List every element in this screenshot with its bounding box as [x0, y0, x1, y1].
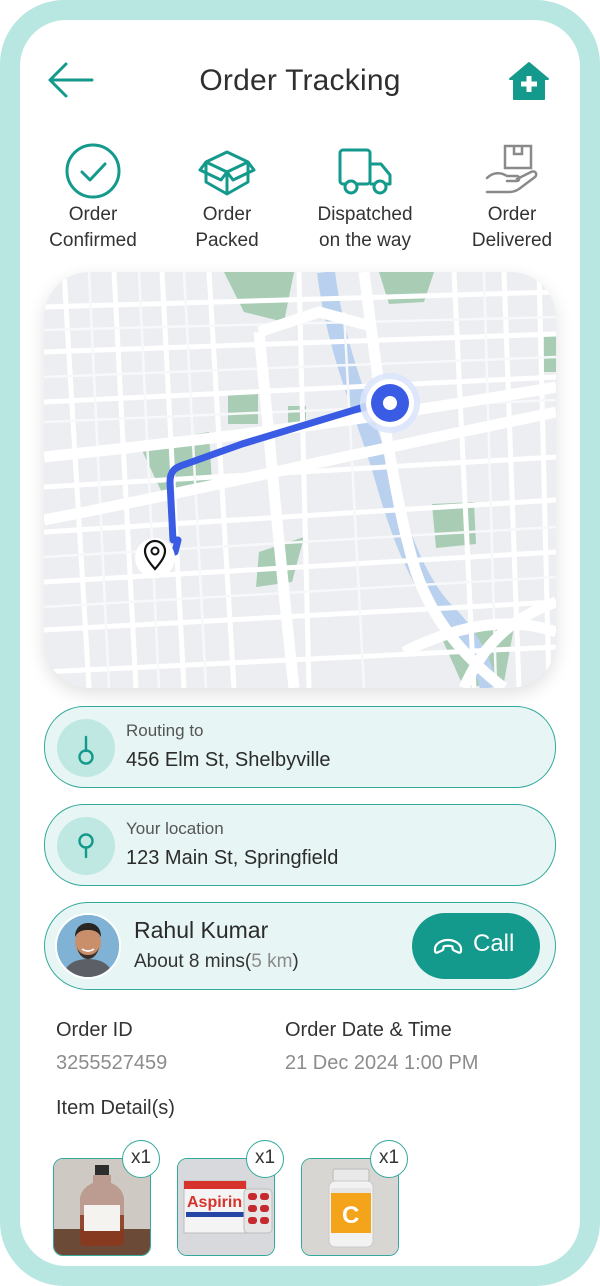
item-details-heading: Item Detail(s) — [56, 1097, 175, 1119]
app-screen: Order Tracking Order Confirmed Order Pac… — [20, 20, 580, 1266]
vitamin-c-label: C — [342, 1202, 359, 1229]
medical-home-button[interactable] — [508, 60, 550, 102]
call-button[interactable]: Call — [412, 913, 540, 979]
driver-eta: About 8 mins(5 km) — [134, 951, 299, 972]
step-order-packed: Order Packed — [157, 142, 297, 254]
step-label-line: Packed — [195, 230, 259, 251]
device-frame: Order Tracking Order Confirmed Order Pac… — [0, 0, 600, 1286]
your-location-label: Your location — [126, 819, 224, 838]
step-label-line: Dispatched — [317, 204, 413, 225]
item-qty-badge: x1 — [370, 1140, 408, 1178]
package-box-icon — [198, 150, 256, 196]
destination-marker-icon — [360, 373, 420, 433]
your-location-card[interactable]: Your location 123 Main St, Springfield — [44, 804, 556, 886]
eta-distance: 5 km — [251, 951, 293, 972]
check-circle-icon — [65, 143, 121, 199]
driver-card: Rahul Kumar About 8 mins(5 km) Call — [44, 902, 556, 990]
step-dispatched: Dispatched on the way — [295, 142, 435, 254]
routing-to-label: Routing to — [126, 721, 204, 740]
step-label-line: Confirmed — [49, 230, 137, 251]
item-qty-badge: x1 — [122, 1140, 160, 1178]
routing-to-card[interactable]: Routing to 456 Elm St, Shelbyville — [44, 706, 556, 788]
order-id-value: 3255527459 — [56, 1052, 168, 1074]
driver-photo — [57, 915, 119, 977]
location-icon-wrap — [57, 817, 115, 875]
step-label-line: Order — [487, 204, 537, 225]
step-label-line: Delivered — [471, 230, 553, 251]
destination-icon-wrap — [57, 719, 115, 777]
step-order-confirmed: Order Confirmed — [23, 142, 163, 254]
step-label-line: on the way — [319, 230, 411, 251]
delivery-truck-icon — [338, 148, 392, 195]
call-label: Call — [473, 930, 515, 957]
origin-pin-icon — [135, 538, 175, 578]
hand-package-icon — [485, 144, 538, 194]
phone-icon — [433, 938, 463, 954]
order-status-steps: Order Confirmed Order Packed Dispatched … — [20, 142, 580, 252]
order-date-label: Order Date & Time — [285, 1019, 452, 1041]
order-date-value: 21 Dec 2024 1:00 PM — [285, 1052, 479, 1074]
home-plus-icon — [509, 62, 549, 100]
driver-avatar — [55, 913, 121, 979]
page-title: Order Tracking — [199, 64, 401, 97]
location-pin-icon — [78, 833, 94, 859]
driver-name: Rahul Kumar — [134, 917, 269, 943]
svg-text:Aspirin: Aspirin — [187, 1194, 242, 1211]
step-label-line: Order — [202, 204, 252, 225]
step-label-line: Order — [68, 204, 118, 225]
order-id-label: Order ID — [56, 1019, 133, 1041]
step-order-delivered: Order Delivered — [442, 142, 580, 254]
map-canvas — [44, 272, 556, 688]
item-qty-badge: x1 — [246, 1140, 284, 1178]
routing-to-address: 456 Elm St, Shelbyville — [126, 749, 331, 771]
eta-text: About 8 mins — [134, 951, 245, 972]
destination-pin-icon — [78, 735, 94, 765]
route-map[interactable] — [44, 272, 556, 688]
your-location-address: 123 Main St, Springfield — [126, 847, 339, 869]
